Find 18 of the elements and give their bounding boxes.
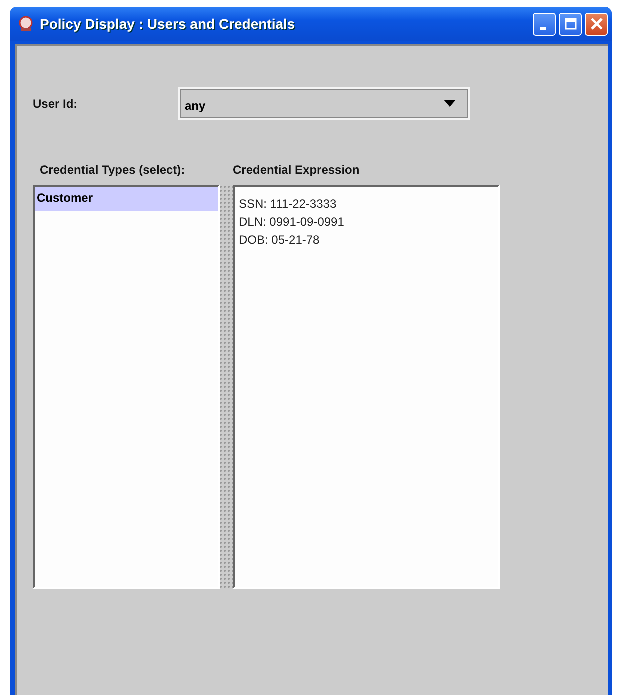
credential-types-heading: Credential Types (select): (40, 163, 186, 177)
close-icon (590, 17, 604, 31)
expression-line: DLN: 0991-09-0991 (239, 214, 346, 231)
list-item[interactable]: Customer (35, 187, 218, 211)
minimize-button[interactable] (533, 12, 556, 36)
expression-line: DOB: 05-21-78 (239, 232, 321, 249)
expression-line: SSN: 111-22-3333 (239, 196, 338, 213)
close-button[interactable] (585, 12, 608, 36)
user-id-dropdown[interactable]: any (178, 87, 470, 120)
maximize-button[interactable] (559, 12, 582, 36)
window-title: Policy Display : Users and Credentials (40, 16, 296, 32)
dropdown-arrow-icon (444, 100, 456, 108)
splitter-handle[interactable] (220, 185, 233, 589)
minimize-icon (540, 26, 546, 30)
credential-expression-heading: Credential Expression (233, 163, 360, 177)
user-id-label: User Id: (33, 96, 79, 110)
app-icon (18, 16, 34, 32)
maximize-icon (564, 17, 578, 31)
